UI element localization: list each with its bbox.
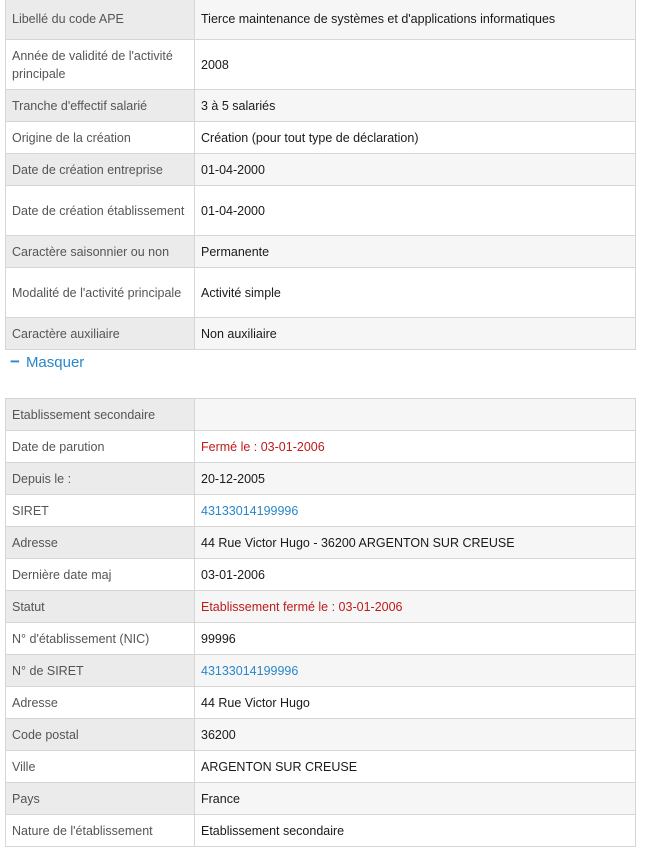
table-row: Date de création établissement 01-04-200…: [5, 185, 636, 236]
table-row: Ville ARGENTON SUR CREUSE: [5, 750, 636, 783]
field-value: 2008: [194, 39, 636, 90]
field-label: Modalité de l'activité principale: [5, 267, 195, 318]
table-row: Pays France: [5, 782, 636, 815]
table-row: Caractère saisonnier ou non Permanente: [5, 235, 636, 268]
table-row: Etablissement secondaire: [5, 398, 636, 431]
table-row: Libellé du code APE Tierce maintenance d…: [5, 0, 636, 40]
field-label: Origine de la création: [5, 121, 195, 154]
field-value: Permanente: [194, 235, 636, 268]
masquer-toggle[interactable]: − Masquer: [10, 353, 84, 371]
field-label: Etablissement secondaire: [5, 398, 195, 431]
table-row: Origine de la création Création (pour to…: [5, 121, 636, 154]
field-label: Statut: [5, 590, 195, 623]
field-value: Tierce maintenance de systèmes et d'appl…: [194, 0, 636, 40]
status-value: Etablissement fermé le : 03-01-2006: [194, 590, 636, 623]
field-label: SIRET: [5, 494, 195, 527]
closure-date-value: Fermé le : 03-01-2006: [194, 430, 636, 463]
field-label: N° de SIRET: [5, 654, 195, 687]
field-value: 44 Rue Victor Hugo - 36200 ARGENTON SUR …: [194, 526, 636, 559]
siret-number-link[interactable]: 43133014199996: [194, 654, 636, 687]
table-row: N° de SIRET 43133014199996: [5, 654, 636, 687]
main-activity-table: Libellé du code APE Tierce maintenance d…: [5, 0, 636, 350]
toggle-label: Masquer: [25, 353, 85, 371]
field-value: [194, 398, 636, 431]
field-value: France: [194, 782, 636, 815]
field-label: Date de parution: [5, 430, 195, 463]
siret-link[interactable]: 43133014199996: [194, 494, 636, 527]
table-row: Date de parution Fermé le : 03-01-2006: [5, 430, 636, 463]
field-label: Caractère auxiliaire: [5, 317, 195, 350]
establishment-table: Etablissement secondaire Date de parutio…: [5, 398, 636, 847]
table-row: SIRET 43133014199996: [5, 494, 636, 527]
field-label: Caractère saisonnier ou non: [5, 235, 195, 268]
field-value: Etablissement secondaire: [194, 814, 636, 847]
field-label: Adresse: [5, 526, 195, 559]
table-row: Modalité de l'activité principale Activi…: [5, 267, 636, 318]
field-label: Dernière date maj: [5, 558, 195, 591]
table-row: N° d'établissement (NIC) 99996: [5, 622, 636, 655]
field-label: Depuis le :: [5, 462, 195, 495]
field-value: Non auxiliaire: [194, 317, 636, 350]
table-row: Depuis le : 20-12-2005: [5, 462, 636, 495]
field-label: Pays: [5, 782, 195, 815]
field-value: 20-12-2005: [194, 462, 636, 495]
table-row: Statut Etablissement fermé le : 03-01-20…: [5, 590, 636, 623]
field-label: Date de création établissement: [5, 185, 195, 236]
field-value: ARGENTON SUR CREUSE: [194, 750, 636, 783]
field-value: 36200: [194, 718, 636, 751]
table-row: Tranche d'effectif salarié 3 à 5 salarié…: [5, 89, 636, 122]
field-value: 01-04-2000: [194, 185, 636, 236]
field-value: 03-01-2006: [194, 558, 636, 591]
field-label: Tranche d'effectif salarié: [5, 89, 195, 122]
field-label: Année de validité de l'activité principa…: [5, 39, 195, 90]
table-row: Adresse 44 Rue Victor Hugo - 36200 ARGEN…: [5, 526, 636, 559]
field-value: 99996: [194, 622, 636, 655]
field-value: 3 à 5 salariés: [194, 89, 636, 122]
field-value: 01-04-2000: [194, 153, 636, 186]
field-label: Libellé du code APE: [5, 0, 195, 40]
field-value: 44 Rue Victor Hugo: [194, 686, 636, 719]
field-label: Ville: [5, 750, 195, 783]
field-label: Nature de l'établissement: [5, 814, 195, 847]
field-label: Adresse: [5, 686, 195, 719]
minus-icon: −: [10, 352, 20, 371]
table-row: Caractère auxiliaire Non auxiliaire: [5, 317, 636, 350]
table-row: Code postal 36200: [5, 718, 636, 751]
field-label: Date de création entreprise: [5, 153, 195, 186]
field-value: Création (pour tout type de déclaration): [194, 121, 636, 154]
table-row: Nature de l'établissement Etablissement …: [5, 814, 636, 847]
field-label: N° d'établissement (NIC): [5, 622, 195, 655]
table-row: Année de validité de l'activité principa…: [5, 39, 636, 90]
table-row: Dernière date maj 03-01-2006: [5, 558, 636, 591]
table-row: Date de création entreprise 01-04-2000: [5, 153, 636, 186]
field-value: Activité simple: [194, 267, 636, 318]
field-label: Code postal: [5, 718, 195, 751]
table-row: Adresse 44 Rue Victor Hugo: [5, 686, 636, 719]
